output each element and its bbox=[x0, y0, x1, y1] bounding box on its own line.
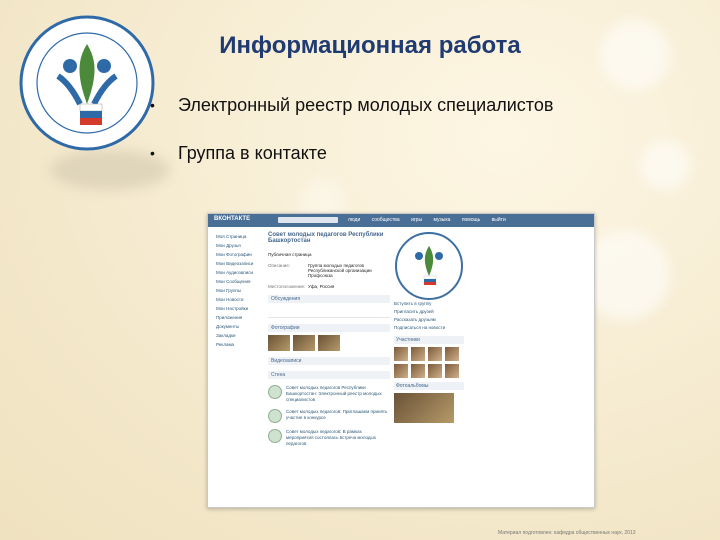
avatar[interactable] bbox=[268, 429, 282, 443]
side-menu-item[interactable]: Закладки bbox=[216, 331, 264, 340]
side-menu-item[interactable]: Мои Аудиозаписи bbox=[216, 268, 264, 277]
side-menu-item[interactable]: Документы bbox=[216, 322, 264, 331]
avatar[interactable] bbox=[268, 409, 282, 423]
bullet-text: Группа в контакте bbox=[178, 142, 327, 163]
vk-right-column: Вступить в группу Пригласить друзей Расс… bbox=[394, 232, 464, 423]
vk-nav-item[interactable]: сообщества bbox=[372, 217, 400, 223]
photo-thumb[interactable] bbox=[293, 335, 315, 351]
info-value: Уфа, Россия bbox=[308, 284, 335, 289]
group-name: Совет молодых педагогов Республики Башко… bbox=[268, 232, 384, 244]
side-menu-item[interactable]: Приложения bbox=[216, 313, 264, 322]
info-row: Местоположение: Уфа, Россия bbox=[268, 284, 390, 289]
slide-title: Информационная работа bbox=[219, 32, 521, 59]
wall-post: Совет молодых педагогов: Приглашаем прин… bbox=[268, 409, 390, 423]
vk-nav: люди сообщества игры музыка помощь выйти bbox=[348, 217, 516, 223]
album-thumb bbox=[394, 393, 464, 423]
album-photo[interactable] bbox=[394, 393, 454, 423]
info-key: Описание: bbox=[268, 263, 290, 268]
side-menu-item[interactable]: Мои Фотографии bbox=[216, 250, 264, 259]
member-avatar[interactable] bbox=[411, 347, 425, 361]
member-avatar[interactable] bbox=[428, 364, 442, 378]
section-box bbox=[268, 303, 390, 318]
member-avatar[interactable] bbox=[445, 364, 459, 378]
section-header[interactable]: Стена bbox=[268, 371, 390, 379]
bullet-item: • Электронный реестр молодых специалистов bbox=[150, 92, 553, 118]
group-avatar[interactable] bbox=[395, 232, 463, 300]
photo-thumb[interactable] bbox=[268, 335, 290, 351]
vk-search-input[interactable] bbox=[278, 217, 338, 223]
member-avatar[interactable] bbox=[411, 364, 425, 378]
side-menu-item[interactable]: Реклама bbox=[216, 340, 264, 349]
bullet-item: • Группа в контакте bbox=[150, 140, 553, 166]
right-link[interactable]: Пригласить друзей bbox=[394, 308, 464, 316]
post-text[interactable]: Совет молодых педагогов: В рамках меропр… bbox=[286, 429, 390, 447]
group-avatar-icon bbox=[415, 246, 443, 285]
side-menu-item[interactable]: Мои Настройки bbox=[216, 304, 264, 313]
info-key: Местоположение: bbox=[268, 284, 306, 289]
vk-nav-item[interactable]: помощь bbox=[462, 217, 480, 223]
members-header[interactable]: Участники bbox=[394, 336, 464, 344]
wall-post: Совет молодых педагогов Республики Башко… bbox=[268, 385, 390, 403]
side-menu-item[interactable]: Моя Страница bbox=[216, 232, 264, 241]
bullet-icon: • bbox=[150, 97, 155, 113]
right-link[interactable]: Рассказать друзьям bbox=[394, 316, 464, 324]
vk-nav-item[interactable]: игры bbox=[411, 217, 422, 223]
vk-side-menu: Моя Страница Мои Друзья Мои Фотографии М… bbox=[216, 232, 264, 349]
section-header[interactable]: Обсуждения bbox=[268, 295, 390, 303]
wall-post: Совет молодых педагогов: В рамках меропр… bbox=[268, 429, 390, 447]
vk-nav-item[interactable]: музыка bbox=[433, 217, 450, 223]
side-menu-item[interactable]: Мои Группы bbox=[216, 286, 264, 295]
vk-header: ВКОНТАКТЕ люди сообщества игры музыка по… bbox=[208, 214, 594, 227]
member-avatar[interactable] bbox=[428, 347, 442, 361]
member-avatar[interactable] bbox=[394, 347, 408, 361]
post-text[interactable]: Совет молодых педагогов: Приглашаем прин… bbox=[286, 409, 390, 423]
slide-footer: Материал подготовлен: кафедра общественн… bbox=[498, 530, 636, 536]
info-value: Группа молодых педагогов Республиканской… bbox=[308, 263, 372, 278]
vk-nav-item[interactable]: выйти bbox=[492, 217, 506, 223]
side-menu-item[interactable]: Мои Видеозаписи bbox=[216, 259, 264, 268]
group-subtitle: Публичная страница bbox=[268, 252, 312, 257]
side-menu-item[interactable]: Мои Друзья bbox=[216, 241, 264, 250]
info-row: Описание: Группа молодых педагогов Респу… bbox=[268, 263, 390, 278]
organization-logo bbox=[19, 15, 155, 151]
member-avatar[interactable] bbox=[445, 347, 459, 361]
photo-thumb[interactable] bbox=[318, 335, 340, 351]
side-menu-item[interactable]: Мои Новости bbox=[216, 295, 264, 304]
right-link[interactable]: Подписаться на новости bbox=[394, 324, 464, 332]
photo-strip bbox=[268, 335, 390, 351]
avatar[interactable] bbox=[268, 385, 282, 399]
vk-logo[interactable]: ВКОНТАКТЕ bbox=[214, 216, 250, 222]
vk-group-screenshot: ВКОНТАКТЕ люди сообщества игры музыка по… bbox=[207, 213, 595, 508]
albums-header[interactable]: Фотоальбомы bbox=[394, 382, 464, 390]
member-avatar[interactable] bbox=[394, 364, 408, 378]
vk-main-column: Совет молодых педагогов Республики Башко… bbox=[268, 232, 390, 447]
members-grid bbox=[394, 347, 464, 378]
bullet-list: • Электронный реестр молодых специалистов… bbox=[150, 92, 553, 188]
post-text[interactable]: Совет молодых педагогов Республики Башко… bbox=[286, 385, 390, 403]
section-header[interactable]: Фотографии bbox=[268, 324, 390, 332]
vk-nav-item[interactable]: люди bbox=[348, 217, 360, 223]
section-header[interactable]: Видеозаписи bbox=[268, 357, 390, 365]
side-menu-item[interactable]: Мои Сообщения bbox=[216, 277, 264, 286]
bullet-text: Электронный реестр молодых специалистов bbox=[178, 94, 554, 115]
bullet-icon: • bbox=[150, 145, 155, 161]
